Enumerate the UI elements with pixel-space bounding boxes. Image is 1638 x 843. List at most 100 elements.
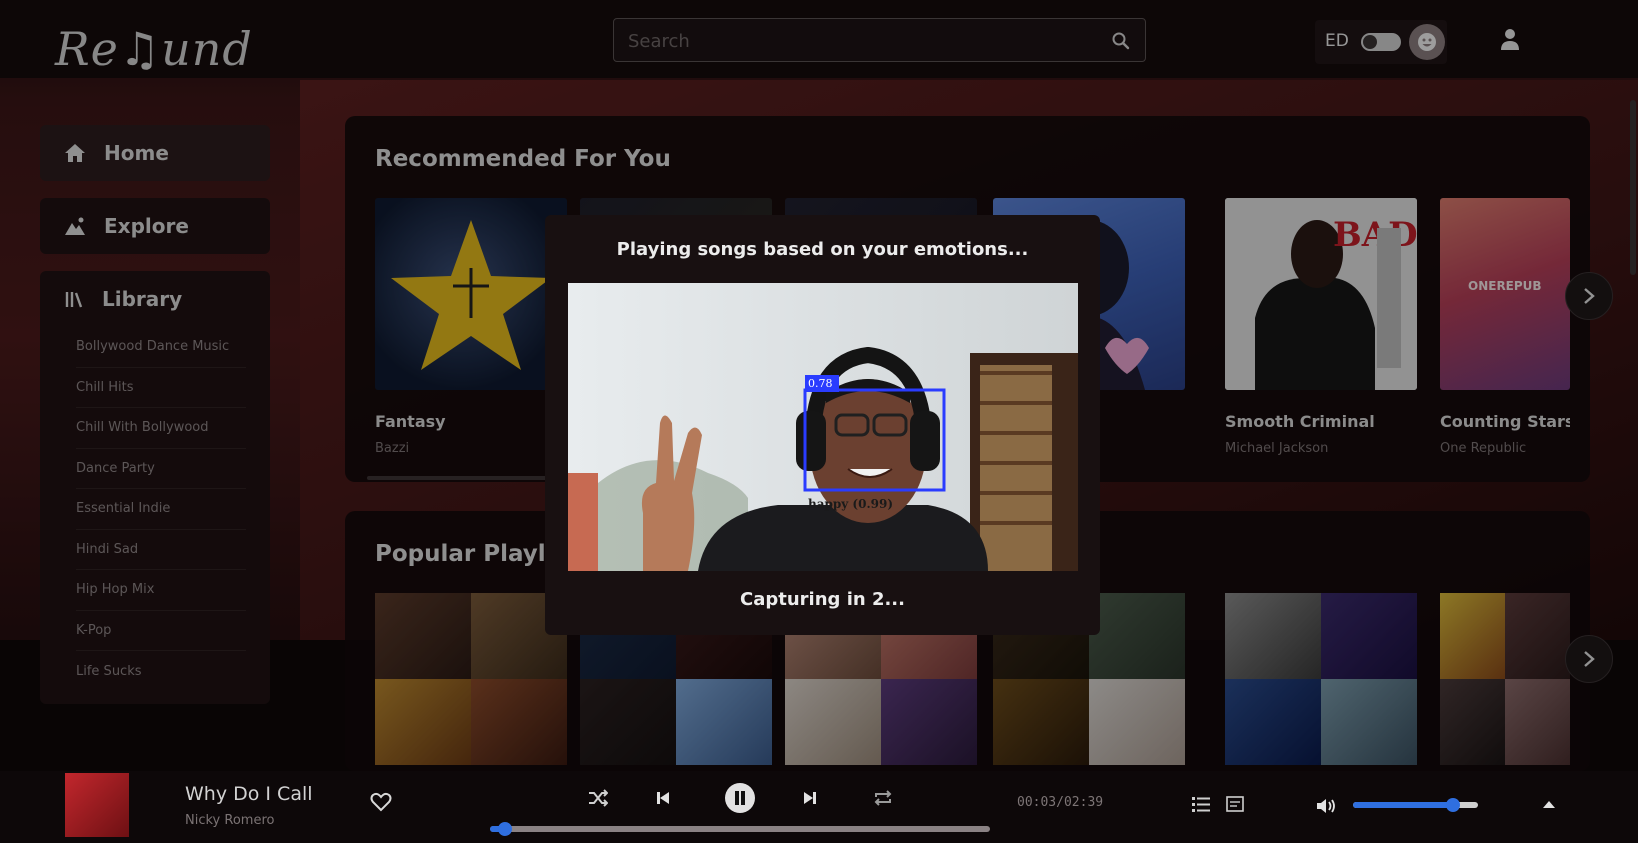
shuffle-button[interactable] [585, 785, 611, 811]
volume-slider[interactable] [1353, 798, 1478, 812]
sidebar-playlist-item[interactable]: Essential Indie [76, 489, 246, 530]
chevron-right-icon [1584, 288, 1595, 304]
seek-bar-handle[interactable] [498, 822, 512, 836]
mosaic-tile [580, 679, 676, 765]
previous-icon [657, 792, 669, 804]
pause-button[interactable] [725, 783, 755, 813]
song-title: Counting Stars [1440, 412, 1570, 431]
mosaic-tile [375, 679, 471, 765]
mosaic-tile [1505, 593, 1570, 679]
seek-bar[interactable] [490, 822, 990, 836]
volume-slider-fill [1353, 802, 1453, 808]
mosaic-tile [1225, 593, 1321, 679]
emotion-capture-modal: Playing songs based on your emotions... [545, 215, 1100, 635]
mosaic-tile [993, 679, 1089, 765]
album-cover: BAD [1225, 198, 1417, 390]
playlist-card[interactable] [1440, 593, 1570, 765]
webcam-feed: 0.78 happy (0.99) [568, 283, 1078, 571]
song-artist: Michael Jackson [1225, 441, 1329, 456]
app-logo[interactable]: Re♫und [55, 22, 253, 76]
shuffle-icon [589, 789, 608, 807]
now-playing-title[interactable]: Why Do I Call [185, 783, 313, 805]
repeat-button[interactable] [870, 785, 896, 811]
webcam-frame [568, 283, 1078, 571]
sidebar-item-label: Library [102, 287, 183, 311]
emotion-smiley-button[interactable] [1409, 24, 1445, 60]
user-icon[interactable] [1496, 26, 1524, 54]
page-scrollbar[interactable] [1630, 100, 1636, 275]
song-card[interactable]: ONEREPUB Counting Stars One Republic [1440, 198, 1570, 456]
now-playing-artist[interactable]: Nicky Romero [185, 813, 274, 828]
next-arrow-button[interactable] [1565, 272, 1613, 320]
mosaic-tile [1505, 679, 1570, 765]
mosaic-tile [881, 679, 977, 765]
sidebar-item-home[interactable]: Home [40, 125, 270, 181]
mosaic-tile [471, 679, 567, 765]
toggle-knob [1363, 35, 1377, 49]
section-title: Recommended For You [375, 146, 671, 172]
sidebar-item-library[interactable]: Library [40, 271, 270, 327]
mosaic-tile [375, 593, 471, 679]
library-icon [65, 292, 83, 308]
now-playing-artwork[interactable] [65, 773, 129, 837]
mosaic-tile [676, 679, 772, 765]
volume-button[interactable] [1314, 793, 1340, 819]
home-icon [65, 144, 85, 162]
volume-slider-handle[interactable] [1446, 798, 1460, 812]
chevron-up-icon [1543, 801, 1555, 808]
sidebar-playlist-item[interactable]: Hindi Sad [76, 530, 246, 570]
previous-button[interactable] [650, 785, 676, 811]
emotion-detection-control: ED [1315, 20, 1447, 64]
sidebar-item-label: Home [104, 141, 169, 165]
svg-text:ONEREPUB: ONEREPUB [1468, 279, 1542, 293]
chevron-right-icon [1584, 651, 1595, 667]
search-input[interactable] [628, 27, 1088, 55]
player-bar: Why Do I Call Nicky Romero 00:03/02:39 [0, 771, 1638, 843]
top-bar: Re♫und ED [0, 0, 1638, 78]
sidebar-playlist-item[interactable]: K-Pop [76, 611, 246, 651]
song-title: Fantasy [375, 412, 446, 431]
sidebar-playlist-item[interactable]: Bollywood Dance Music [76, 327, 246, 368]
song-card[interactable]: Fantasy Bazzi [375, 198, 567, 456]
next-icon [804, 792, 816, 804]
sidebar-playlist-item[interactable]: Hip Hop Mix [76, 570, 246, 611]
repeat-icon [874, 790, 892, 806]
mosaic-tile [1440, 679, 1505, 765]
album-cover [375, 198, 567, 390]
detection-label: happy (0.99) [808, 497, 894, 511]
sidebar-item-label: Explore [104, 214, 189, 238]
track-time: 00:03/02:39 [1017, 795, 1104, 810]
sidebar-playlist-item[interactable]: Life Sucks [76, 651, 246, 692]
mosaic-tile [1321, 593, 1417, 679]
next-arrow-button[interactable] [1565, 635, 1613, 683]
explore-icon [65, 217, 85, 235]
playlist-card[interactable] [375, 593, 567, 765]
bad-album-artwork: BAD [1225, 198, 1417, 390]
song-card[interactable]: BAD Smooth Criminal Michael Jackson [1225, 198, 1417, 456]
detection-confidence: 0.78 [808, 377, 833, 390]
capture-countdown: Capturing in 2... [740, 589, 905, 610]
expand-player-button[interactable] [1536, 791, 1562, 817]
modal-title: Playing songs based on your emotions... [616, 239, 1029, 260]
sidebar-playlist-item[interactable]: Dance Party [76, 449, 246, 489]
lyrics-button[interactable] [1222, 791, 1248, 817]
sidebar-playlist-item[interactable]: Chill With Bollywood [76, 408, 246, 449]
song-artist: Bazzi [375, 441, 410, 456]
smiley-icon [1418, 33, 1436, 51]
onerepublic-artwork: ONEREPUB [1468, 279, 1542, 293]
heart-icon[interactable] [370, 791, 392, 813]
song-title: Smooth Criminal [1225, 412, 1375, 431]
queue-button[interactable] [1188, 791, 1214, 817]
mosaic-tile [785, 679, 881, 765]
playlist-card[interactable] [1225, 593, 1417, 765]
sidebar-item-explore[interactable]: Explore [40, 198, 270, 254]
mosaic-tile [1321, 679, 1417, 765]
mosaic-tile [1440, 593, 1505, 679]
search-icon[interactable] [1111, 31, 1131, 51]
sidebar-playlist-item[interactable]: Chill Hits [76, 368, 246, 408]
song-artist: One Republic [1440, 441, 1527, 456]
library-section: Library Bollywood Dance Music Chill Hits… [40, 271, 270, 704]
emotion-detection-toggle[interactable] [1361, 33, 1401, 51]
svg-text:BAD: BAD [1333, 215, 1417, 255]
next-button[interactable] [797, 785, 823, 811]
